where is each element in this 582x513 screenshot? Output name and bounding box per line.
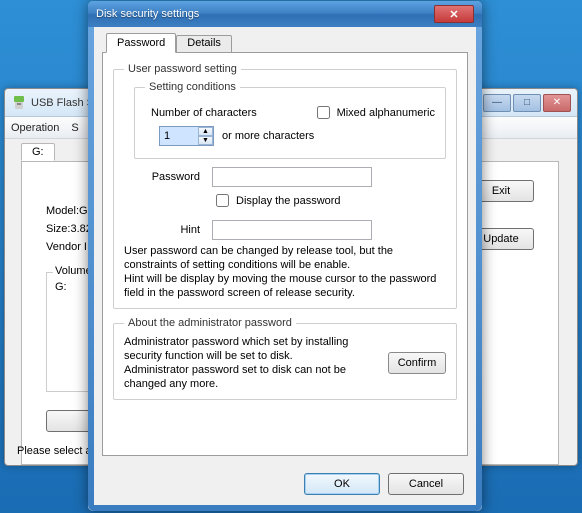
menu-operation[interactable]: Operation xyxy=(11,122,59,134)
num-chars-spinner[interactable]: ▲ ▼ xyxy=(159,126,214,146)
display-password-checkbox[interactable]: Display the password xyxy=(212,191,341,210)
num-chars-input[interactable] xyxy=(160,127,198,145)
admin-password-legend: About the administrator password xyxy=(124,317,296,329)
dialog-close-button[interactable]: ✕ xyxy=(434,5,474,23)
ok-button[interactable]: OK xyxy=(304,473,380,495)
spin-up-button[interactable]: ▲ xyxy=(198,127,213,136)
password-label: Password xyxy=(124,171,204,183)
maximize-button[interactable]: □ xyxy=(513,94,541,112)
num-chars-label: Number of characters xyxy=(151,107,257,119)
bg-size: Size:3.82 xyxy=(46,220,94,238)
hint-input[interactable] xyxy=(212,220,372,240)
or-more-label: or more characters xyxy=(222,130,314,142)
tab-details[interactable]: Details xyxy=(176,35,232,53)
tabstrip: Password Details xyxy=(106,33,468,53)
menu-s[interactable]: S xyxy=(71,122,78,134)
admin-password-group: About the administrator password Adminis… xyxy=(113,317,457,400)
hint-label: Hint xyxy=(124,224,204,236)
disk-security-dialog: Disk security settings ✕ Password Detail… xyxy=(88,1,482,511)
help-text: User password can be changed by release … xyxy=(124,244,446,300)
tab-body: User password setting Setting conditions… xyxy=(102,52,468,456)
bg-drive-info: Model:Ge Size:3.82 Vendor I xyxy=(46,202,94,256)
user-password-group: User password setting Setting conditions… xyxy=(113,63,457,309)
dialog-titlebar: Disk security settings ✕ xyxy=(88,1,482,27)
display-password-input[interactable] xyxy=(216,194,229,207)
dialog-title: Disk security settings xyxy=(96,8,434,20)
spin-down-button[interactable]: ▼ xyxy=(198,136,213,145)
minimize-button[interactable]: — xyxy=(483,94,511,112)
usb-icon xyxy=(11,95,27,111)
password-input[interactable] xyxy=(212,167,372,187)
setting-conditions-legend: Setting conditions xyxy=(145,81,240,93)
bg-vendor: Vendor I xyxy=(46,238,94,256)
admin-text: Administrator password which set by inst… xyxy=(124,335,378,391)
close-button[interactable]: ✕ xyxy=(543,94,571,112)
tab-password[interactable]: Password xyxy=(106,33,176,53)
mixed-alpha-checkbox[interactable]: Mixed alphanumeric xyxy=(313,103,435,122)
dialog-button-row: OK Cancel xyxy=(304,473,464,495)
user-password-legend: User password setting xyxy=(124,63,241,75)
display-password-label: Display the password xyxy=(236,195,341,207)
confirm-button[interactable]: Confirm xyxy=(388,352,446,374)
mixed-alpha-label: Mixed alphanumeric xyxy=(337,107,435,119)
close-icon: ✕ xyxy=(449,8,458,21)
cancel-button[interactable]: Cancel xyxy=(388,473,464,495)
mixed-alpha-input[interactable] xyxy=(317,106,330,119)
bg-model: Model:Ge xyxy=(46,202,94,220)
setting-conditions-group: Setting conditions Number of characters … xyxy=(134,81,446,159)
bg-drive-tab[interactable]: G: xyxy=(21,143,55,161)
